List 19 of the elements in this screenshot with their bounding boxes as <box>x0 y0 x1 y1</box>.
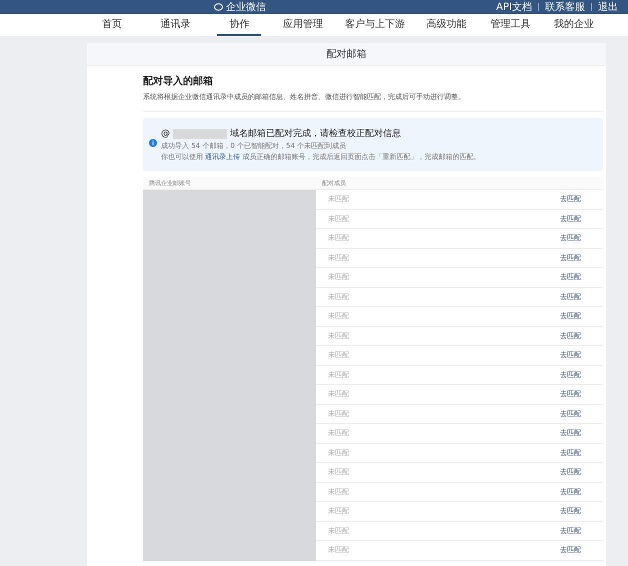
logo-text: 企业微信 <box>226 0 266 14</box>
top-link[interactable]: 退出 <box>598 0 618 14</box>
nav-tab[interactable]: 我的企业 <box>552 14 596 36</box>
nav-tab[interactable]: 协作 <box>217 14 262 36</box>
nav-tab[interactable]: 客户与上下游 <box>344 14 405 36</box>
section-heading: 配对导入的邮箱 <box>143 74 214 88</box>
info-icon <box>149 139 157 147</box>
chat-bubble-icon <box>214 3 223 11</box>
nav-tab[interactable]: 管理工具 <box>488 14 532 36</box>
at-sign: @ <box>161 128 170 138</box>
nav-tab[interactable]: 高级功能 <box>424 14 469 36</box>
redaction-block <box>173 128 227 138</box>
notice-title: 域名邮箱已配对完成，请检查校正配对信息 <box>230 128 401 140</box>
top-link[interactable]: 联系客服 <box>545 0 585 14</box>
nav-tab[interactable]: 应用管理 <box>281 14 325 36</box>
nav-tab[interactable]: 通讯录 <box>154 14 198 36</box>
card-title: 配对邮箱 <box>87 43 606 66</box>
nav-tab[interactable]: 首页 <box>90 14 134 36</box>
top-link[interactable]: API文档 <box>496 0 532 14</box>
